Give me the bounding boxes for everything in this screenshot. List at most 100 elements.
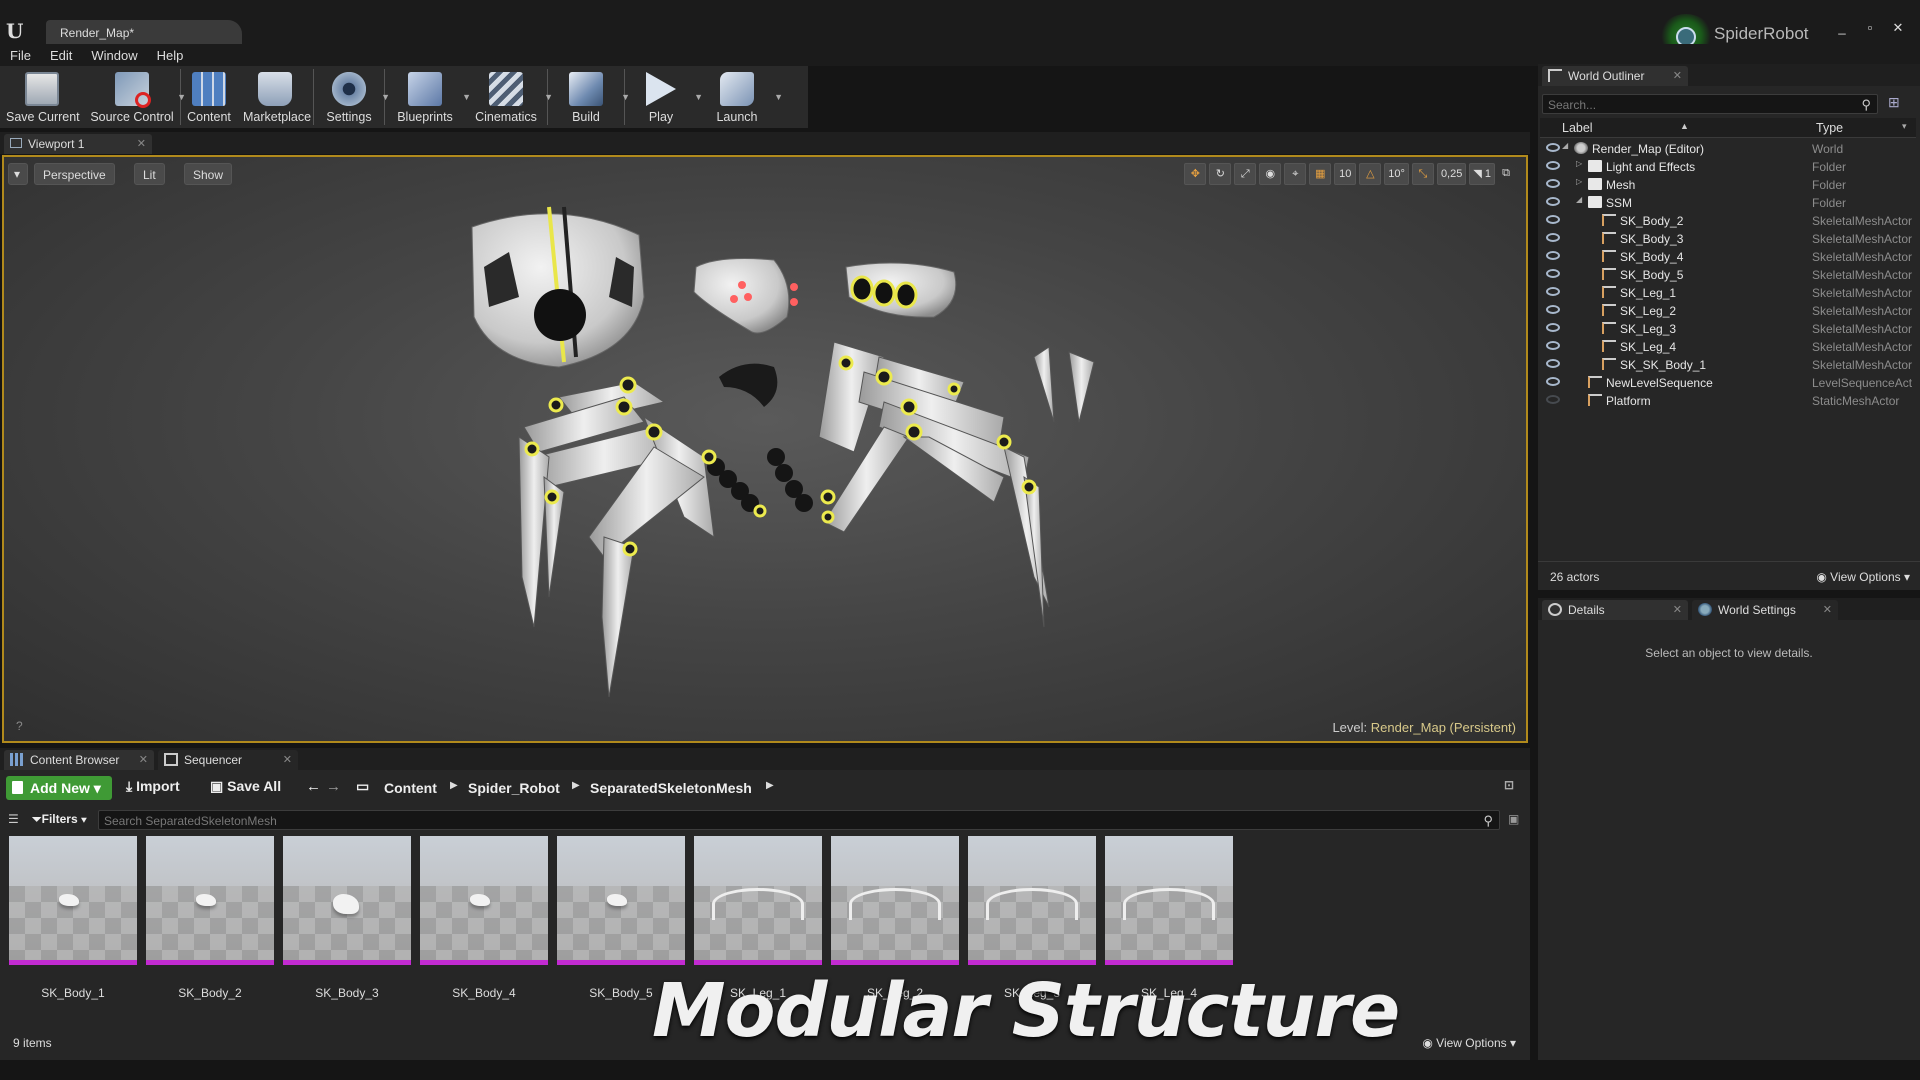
asset-thumbnail[interactable]: SK_Body_1 <box>9 836 137 1000</box>
forward-button[interactable]: → <box>326 778 341 795</box>
maximize-viewport-icon[interactable]: ⧉ <box>1498 163 1514 185</box>
content-button[interactable]: Content <box>181 66 237 128</box>
breadcrumb-separated-skeleton-mesh[interactable]: SeparatedSkeletonMesh <box>590 780 752 796</box>
tab-sequencer[interactable]: Sequencer ✕ <box>158 750 298 770</box>
eye-icon[interactable] <box>1546 305 1560 314</box>
outliner-row[interactable]: ▷ Light and Effects Folder <box>1540 158 1916 176</box>
document-tab[interactable]: Render_Map* <box>46 20 242 44</box>
tab-details[interactable]: Details ✕ <box>1542 600 1688 620</box>
outliner-row[interactable]: SK_Leg_1 SkeletalMeshActor <box>1540 284 1916 302</box>
breadcrumb-spider-robot[interactable]: Spider_Robot <box>468 780 560 796</box>
eye-icon[interactable] <box>1546 377 1560 386</box>
scale-icon[interactable]: ⤢ <box>1234 163 1257 185</box>
eye-icon[interactable] <box>1546 143 1560 152</box>
tab-viewport-1[interactable]: Viewport 1 ✕ <box>4 134 152 154</box>
eye-icon[interactable] <box>1546 215 1560 224</box>
collapse-arrow-icon[interactable]: ◢ <box>1562 141 1568 150</box>
camera-speed-icon[interactable]: ◥ 1 <box>1469 163 1495 185</box>
eye-icon[interactable] <box>1546 269 1560 278</box>
asset-thumbnail[interactable]: SK_Body_2 <box>146 836 274 1000</box>
asset-search-input[interactable]: Search SeparatedSkeletonMesh ⚲ <box>98 810 1500 830</box>
folder-icon[interactable]: ▭ <box>356 778 369 795</box>
view-options-button[interactable]: ◉ View Options ▾ <box>1422 1036 1516 1050</box>
outliner-row[interactable]: SK_Leg_2 SkeletalMeshActor <box>1540 302 1916 320</box>
column-label[interactable]: Label <box>1562 121 1593 135</box>
viewport-options-button[interactable]: ▾ <box>8 163 28 185</box>
marketplace-button[interactable]: Marketplace <box>237 66 313 128</box>
view-options-button[interactable]: ◉ View Options ▾ <box>1816 570 1910 584</box>
import-button[interactable]: ⤓ Import <box>126 778 180 795</box>
source-control-button[interactable]: Source Control ▼ <box>84 66 186 128</box>
save-search-icon[interactable]: ▣ <box>1508 812 1519 826</box>
outliner-row[interactable]: SK_Leg_3 SkeletalMeshActor <box>1540 320 1916 338</box>
asset-thumbnail[interactable]: SK_Leg_2 <box>831 836 959 1000</box>
save-current-button[interactable]: Save Current <box>0 66 84 128</box>
back-button[interactable]: ← <box>306 778 321 795</box>
play-button[interactable]: Play ▼ <box>625 66 703 128</box>
eye-icon[interactable] <box>1546 161 1560 170</box>
world-local-icon[interactable]: ◉ <box>1259 163 1282 185</box>
outliner-row[interactable]: NewLevelSequence LevelSequenceActor <box>1540 374 1916 392</box>
eye-icon[interactable] <box>1546 287 1560 296</box>
expand-arrow-icon[interactable]: ▷ <box>1576 159 1582 168</box>
outliner-row[interactable]: SK_Body_3 SkeletalMeshActor <box>1540 230 1916 248</box>
eye-icon[interactable] <box>1546 179 1560 188</box>
surface-snap-icon[interactable]: ⌖ <box>1284 163 1307 185</box>
expand-arrow-icon[interactable]: ▷ <box>1576 177 1582 186</box>
close-icon[interactable]: ✕ <box>1823 603 1832 616</box>
outliner-row[interactable]: ◢ Render_Map (Editor) World <box>1540 140 1916 158</box>
tab-content-browser[interactable]: Content Browser ✕ <box>4 750 154 770</box>
lock-icon[interactable]: ⊡ <box>1504 778 1514 792</box>
asset-thumbnail[interactable]: SK_Leg_1 <box>694 836 822 1000</box>
eye-icon[interactable] <box>1546 359 1560 368</box>
save-all-button[interactable]: ▣ Save All <box>210 778 281 795</box>
grid-snap-icon[interactable]: ▦ <box>1309 163 1332 185</box>
maximize-button[interactable]: ▫ <box>1858 20 1882 38</box>
translate-icon[interactable]: ✥ <box>1184 163 1207 185</box>
chevron-down-icon[interactable]: ▼ <box>774 92 783 102</box>
eye-icon[interactable] <box>1546 323 1560 332</box>
close-icon[interactable]: ✕ <box>139 753 148 766</box>
filters-button[interactable]: ⏷Filters ▾ <box>32 812 87 827</box>
close-icon[interactable]: ✕ <box>1673 69 1682 82</box>
outliner-row[interactable]: Platform StaticMeshActor <box>1540 392 1916 410</box>
column-type[interactable]: Type <box>1816 121 1843 135</box>
eye-icon[interactable] <box>1546 395 1560 404</box>
show-button[interactable]: Show <box>184 163 233 185</box>
close-icon[interactable]: ✕ <box>1673 603 1682 616</box>
lit-button[interactable]: Lit <box>134 163 165 185</box>
eye-icon[interactable] <box>1546 233 1560 242</box>
outliner-row[interactable]: ◢ SSM Folder <box>1540 194 1916 212</box>
breadcrumb-content[interactable]: Content <box>384 780 437 796</box>
breadcrumb-arrow-icon[interactable]: ▶ <box>450 780 458 791</box>
menu-window[interactable]: Window <box>91 44 146 66</box>
close-button[interactable]: ✕ <box>1886 20 1910 38</box>
asset-thumbnail[interactable]: SK_Body_5 <box>557 836 685 1000</box>
menu-file[interactable]: File <box>10 44 40 66</box>
blueprints-button[interactable]: Blueprints ▼ <box>385 66 471 128</box>
add-new-button[interactable]: Add New ▾ <box>6 776 112 800</box>
asset-thumbnail[interactable]: SK_Body_3 <box>283 836 411 1000</box>
close-icon[interactable]: ✕ <box>137 137 146 150</box>
outliner-row[interactable]: SK_Body_5 SkeletalMeshActor <box>1540 266 1916 284</box>
unreal-logo-icon[interactable]: U <box>6 20 28 42</box>
asset-thumbnail[interactable]: SK_Body_4 <box>420 836 548 1000</box>
launch-button[interactable]: Launch ▼ <box>697 66 783 128</box>
sources-toggle-icon[interactable]: ☰ <box>8 812 19 826</box>
rotation-snap-icon[interactable]: △ <box>1359 163 1382 185</box>
eye-icon[interactable] <box>1546 197 1560 206</box>
menu-help[interactable]: Help <box>157 44 193 66</box>
rotation-snap-value[interactable]: 10° <box>1384 163 1409 185</box>
perspective-button[interactable]: Perspective <box>34 163 115 185</box>
help-icon[interactable]: ? <box>16 719 23 733</box>
pin-icon[interactable]: ⊞ <box>1888 94 1908 114</box>
eye-icon[interactable] <box>1546 251 1560 260</box>
level-viewport[interactable]: ▾ Perspective Lit Show ✥ ↻ ⤢ ◉ ⌖ ▦ 10 △ … <box>2 155 1528 743</box>
outliner-row[interactable]: SK_Body_4 SkeletalMeshActor <box>1540 248 1916 266</box>
breadcrumb-arrow-icon[interactable]: ▶ <box>766 780 774 791</box>
tab-world-outliner[interactable]: World Outliner ✕ <box>1542 66 1688 86</box>
build-button[interactable]: Build ▼ <box>548 66 630 128</box>
cinematics-button[interactable]: Cinematics ▼ <box>465 66 553 128</box>
rotate-icon[interactable]: ↻ <box>1209 163 1232 185</box>
collapse-arrow-icon[interactable]: ◢ <box>1576 195 1582 204</box>
